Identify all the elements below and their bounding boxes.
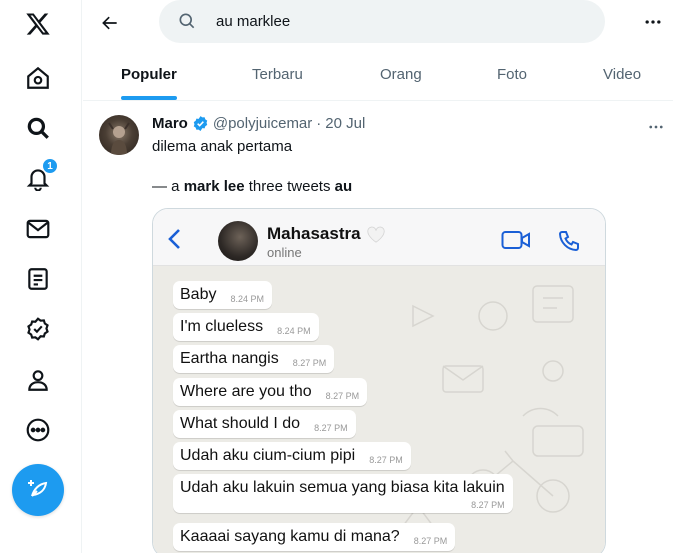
left-navigation: 1 bbox=[0, 0, 82, 553]
author-name[interactable]: Maro bbox=[152, 115, 188, 132]
tab-orang[interactable]: Orang bbox=[380, 54, 422, 100]
notification-badge: 1 bbox=[42, 158, 58, 174]
chat-message: Where are you tho 8.27 PM bbox=[173, 378, 368, 406]
search-query: au marklee bbox=[216, 13, 291, 30]
tab-populer[interactable]: Populer bbox=[121, 54, 177, 100]
search-input[interactable]: au marklee bbox=[159, 0, 605, 43]
search-tabs: Populer Terbaru Orang Foto Video bbox=[83, 54, 673, 100]
chat-header: Mahasastra online bbox=[153, 209, 605, 266]
tab-video[interactable]: Video bbox=[603, 54, 641, 100]
dot-separator: · bbox=[316, 115, 322, 132]
more-options-icon[interactable] bbox=[24, 416, 52, 444]
tweet-header: Maro @polyjuicemar · 20 Jul bbox=[152, 115, 365, 132]
tweet-date[interactable]: 20 Jul bbox=[325, 115, 365, 132]
tweet-text-line-2: — a mark lee three tweets au bbox=[152, 178, 353, 195]
phone-call-icon bbox=[558, 231, 579, 252]
tweet-text-line-1: dilema anak pertama bbox=[152, 138, 293, 155]
search-more-button[interactable] bbox=[641, 10, 665, 34]
messages-icon[interactable] bbox=[24, 215, 52, 243]
chat-message: What should I do 8.27 PM bbox=[173, 410, 356, 438]
post-button[interactable] bbox=[12, 464, 64, 516]
search-header: au marklee Populer Terbaru Orang Foto Vi… bbox=[83, 0, 673, 101]
notifications-icon[interactable]: 1 bbox=[24, 158, 58, 192]
white-heart-icon bbox=[366, 226, 385, 243]
author-handle[interactable]: @polyjuicemar bbox=[213, 115, 312, 132]
chat-message: Udah aku lakuin semua yang biasa kita la… bbox=[173, 474, 513, 513]
video-call-icon bbox=[501, 231, 530, 249]
avatar[interactable] bbox=[99, 115, 139, 155]
chat-message: Eartha nangis 8.27 PM bbox=[173, 345, 335, 373]
home-icon[interactable] bbox=[24, 64, 52, 92]
highlight-au: au bbox=[334, 178, 353, 195]
x-logo-icon[interactable] bbox=[24, 10, 52, 38]
back-button[interactable] bbox=[97, 10, 123, 36]
tweet-image[interactable]: Mahasastra online Baby 8.24 PM I'm cluele… bbox=[152, 208, 606, 553]
tweet[interactable]: Maro @polyjuicemar · 20 Jul dilema anak … bbox=[83, 101, 673, 553]
lists-icon[interactable] bbox=[24, 265, 52, 293]
verified-icon[interactable] bbox=[24, 315, 52, 343]
chat-messages: Baby 8.24 PM I'm clueless 8.24 PM Eartha n… bbox=[153, 266, 605, 553]
tab-terbaru[interactable]: Terbaru bbox=[252, 54, 303, 100]
feather-plus-icon bbox=[28, 480, 48, 497]
chevron-left-icon bbox=[168, 229, 180, 249]
chat-message: Udah aku cium-cium pipi 8.27 PM bbox=[173, 442, 411, 470]
chat-contact-status: online bbox=[267, 245, 302, 260]
chat-contact-avatar bbox=[218, 221, 258, 261]
profile-icon[interactable] bbox=[24, 366, 52, 394]
chat-message: Baby 8.24 PM bbox=[173, 281, 272, 309]
search-icon bbox=[179, 13, 195, 29]
highlight-mark-lee: mark lee bbox=[183, 178, 245, 195]
tweet-more-button[interactable] bbox=[646, 117, 666, 137]
chat-message: I'm clueless 8.24 PM bbox=[173, 313, 319, 341]
tab-foto[interactable]: Foto bbox=[497, 54, 527, 100]
arrow-left-icon bbox=[102, 16, 117, 30]
active-tab-indicator bbox=[121, 96, 177, 100]
ellipsis-icon bbox=[645, 20, 661, 24]
chat-message: Kaaaai sayang kamu di mana? 8.27 PM bbox=[173, 523, 456, 551]
ellipsis-icon bbox=[649, 125, 663, 129]
explore-search-icon[interactable] bbox=[24, 114, 52, 142]
chat-contact-name: Mahasastra bbox=[267, 224, 386, 244]
verified-badge-icon bbox=[193, 116, 208, 131]
